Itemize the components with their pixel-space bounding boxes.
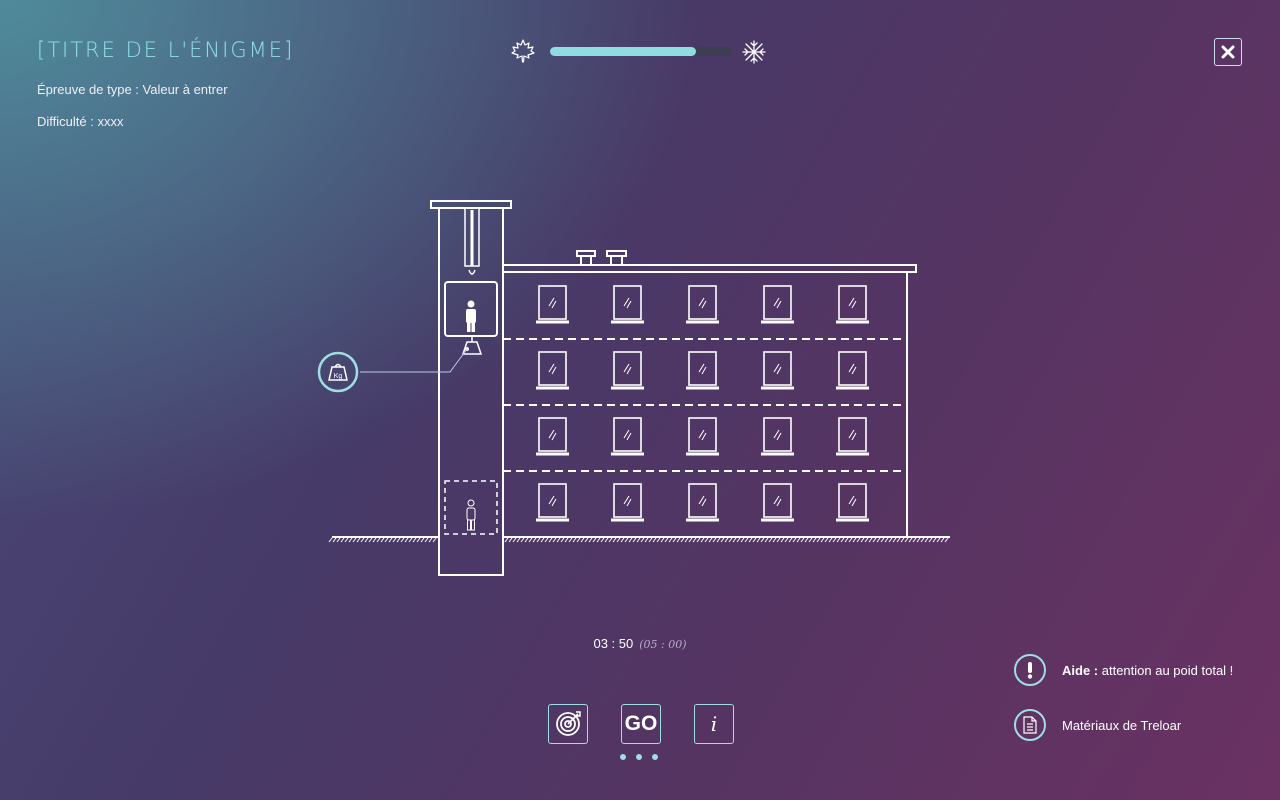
building-window (761, 483, 794, 522)
timer-total: (05 : 00) (639, 638, 687, 651)
exclamation-icon (1014, 654, 1046, 686)
progress-bar (550, 47, 732, 56)
page-indicator (620, 754, 658, 760)
go-button[interactable]: GO (621, 704, 661, 744)
building-window (836, 351, 869, 390)
building-window (686, 483, 719, 522)
hint-text: attention au poid total ! (1098, 662, 1234, 678)
building-window (536, 351, 569, 390)
materials-link: Matériaux de Treloar (1062, 717, 1182, 733)
page-dot[interactable] (620, 754, 626, 760)
puzzle-difficulty: Difficulté : xxxx (37, 114, 124, 129)
info-button[interactable]: i (694, 704, 734, 744)
building-window (611, 483, 644, 522)
puzzle-title: [TITRE DE L'ÉNIGME] (37, 38, 295, 62)
hint-label: Aide : (1062, 662, 1099, 678)
building-window (686, 351, 719, 390)
building-window (536, 285, 569, 324)
building-roof (502, 264, 917, 273)
timer: 03 : 50 (05 : 00) (0, 636, 1280, 651)
building-window (686, 417, 719, 456)
building-window (836, 285, 869, 324)
shaft-cap (430, 200, 512, 209)
timer-elapsed: 03 : 50 (593, 636, 634, 651)
ghost-person-icon (466, 499, 476, 531)
building-window (611, 351, 644, 390)
close-icon (1221, 45, 1235, 59)
target-icon (556, 711, 581, 736)
page-dot[interactable] (636, 754, 642, 760)
maple-leaf-icon (511, 39, 535, 63)
building-window (611, 417, 644, 456)
building-window (761, 417, 794, 456)
person-icon (466, 300, 476, 332)
progress-fill (550, 47, 696, 56)
building-window (836, 417, 869, 456)
building-window (536, 417, 569, 456)
materials-item[interactable]: Matériaux de Treloar (1014, 709, 1181, 741)
building-window (761, 285, 794, 324)
building-window (536, 483, 569, 522)
progress-indicator (510, 38, 770, 66)
document-icon (1014, 709, 1046, 741)
hint-item[interactable]: Aide : attention au poid total ! (1014, 654, 1233, 686)
page-dot[interactable] (652, 754, 658, 760)
building-window (836, 483, 869, 522)
building-window (686, 285, 719, 324)
snowflake-icon (742, 40, 766, 64)
close-button[interactable] (1214, 38, 1242, 66)
target-button[interactable] (548, 704, 588, 744)
kg-weight-icon: Kg (317, 351, 359, 393)
puzzle-type: Épreuve de type : Valeur à entrer (37, 82, 228, 97)
svg-text:Kg: Kg (334, 373, 343, 380)
building-window (761, 351, 794, 390)
building-window (611, 285, 644, 324)
building-scene: Kg (317, 200, 950, 576)
